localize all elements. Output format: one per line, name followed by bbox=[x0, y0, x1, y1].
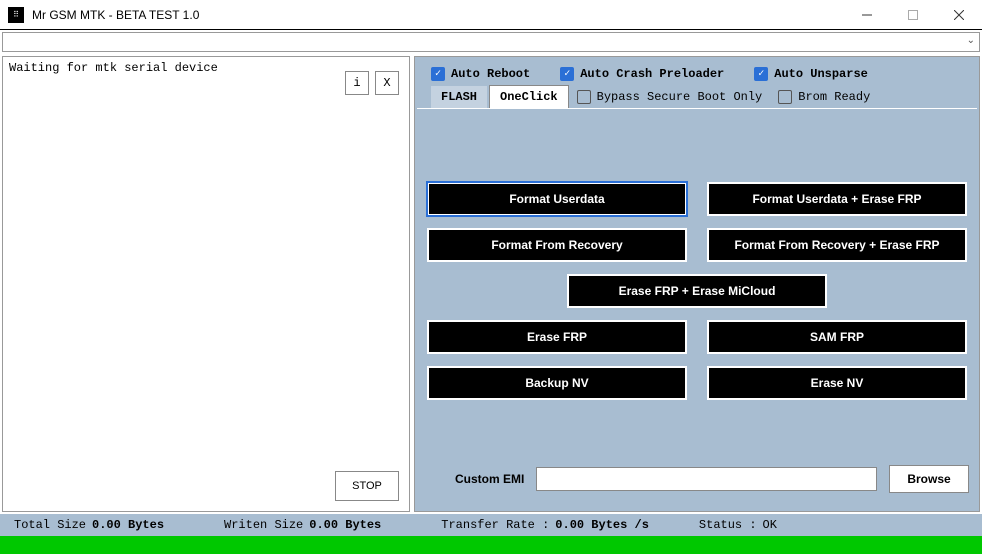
check-icon bbox=[754, 67, 768, 81]
titlebar: ⠿ Mr GSM MTK - BETA TEST 1.0 bbox=[0, 0, 982, 30]
auto-reboot-checkbox[interactable]: Auto Reboot bbox=[431, 67, 530, 81]
auto-crash-checkbox[interactable]: Auto Crash Preloader bbox=[560, 67, 724, 81]
close-button[interactable] bbox=[936, 0, 982, 30]
tab-options: Bypass Secure Boot Only Brom Ready bbox=[577, 90, 871, 104]
log-controls: i X bbox=[345, 71, 399, 95]
stop-button[interactable]: STOP bbox=[335, 471, 399, 501]
window-title: Mr GSM MTK - BETA TEST 1.0 bbox=[32, 8, 844, 22]
format-recovery-button[interactable]: Format From Recovery bbox=[427, 228, 687, 262]
options-panel: Auto Reboot Auto Crash Preloader Auto Un… bbox=[414, 56, 980, 512]
sam-frp-button[interactable]: SAM FRP bbox=[707, 320, 967, 354]
bypass-secure-checkbox[interactable]: Bypass Secure Boot Only bbox=[577, 90, 763, 104]
check-icon bbox=[778, 90, 792, 104]
backup-nv-button[interactable]: Backup NV bbox=[427, 366, 687, 400]
status-value: OK bbox=[763, 518, 777, 532]
tab-row: FLASH OneClick Bypass Secure Boot Only B… bbox=[415, 85, 979, 108]
format-recovery-frp-button[interactable]: Format From Recovery + Erase FRP bbox=[707, 228, 967, 262]
custom-emi-label: Custom EMI bbox=[455, 472, 524, 486]
browse-button[interactable]: Browse bbox=[889, 465, 969, 493]
log-panel: Waiting for mtk serial device i X STOP bbox=[2, 56, 410, 512]
custom-emi-row: Custom EMI Browse bbox=[455, 465, 969, 493]
brom-ready-label: Brom Ready bbox=[798, 90, 870, 104]
format-userdata-button[interactable]: Format Userdata bbox=[427, 182, 687, 216]
action-buttons: Format Userdata Format Userdata + Erase … bbox=[415, 122, 979, 432]
top-checkbox-row: Auto Reboot Auto Crash Preloader Auto Un… bbox=[415, 57, 979, 85]
window-controls bbox=[844, 0, 982, 29]
chevron-down-icon: ⌄ bbox=[967, 35, 975, 46]
auto-unsparse-label: Auto Unsparse bbox=[774, 67, 868, 81]
minimize-button[interactable] bbox=[844, 0, 890, 30]
brom-ready-checkbox[interactable]: Brom Ready bbox=[778, 90, 870, 104]
app-icon: ⠿ bbox=[8, 7, 24, 23]
auto-crash-label: Auto Crash Preloader bbox=[580, 67, 724, 81]
check-icon bbox=[577, 90, 591, 104]
tab-oneclick[interactable]: OneClick bbox=[489, 85, 569, 108]
auto-unsparse-checkbox[interactable]: Auto Unsparse bbox=[754, 67, 868, 81]
erase-frp-button[interactable]: Erase FRP bbox=[427, 320, 687, 354]
format-userdata-frp-button[interactable]: Format Userdata + Erase FRP bbox=[707, 182, 967, 216]
check-icon bbox=[560, 67, 574, 81]
written-size-label: Writen Size bbox=[224, 518, 303, 532]
progress-bar bbox=[0, 536, 982, 554]
auto-reboot-label: Auto Reboot bbox=[451, 67, 530, 81]
transfer-rate-value: 0.00 Bytes /s bbox=[555, 518, 649, 532]
custom-emi-input[interactable] bbox=[536, 467, 877, 491]
status-bar: Total Size 0.00 Bytes Writen Size 0.00 B… bbox=[0, 514, 982, 536]
info-button[interactable]: i bbox=[345, 71, 369, 95]
check-icon bbox=[431, 67, 445, 81]
transfer-rate-label: Transfer Rate : bbox=[441, 518, 549, 532]
maximize-button[interactable] bbox=[890, 0, 936, 30]
tab-content-border bbox=[417, 108, 977, 122]
clear-button[interactable]: X bbox=[375, 71, 399, 95]
total-size-label: Total Size bbox=[14, 518, 86, 532]
bypass-secure-label: Bypass Secure Boot Only bbox=[597, 90, 763, 104]
device-dropdown[interactable]: ⌄ bbox=[2, 32, 980, 52]
erase-frp-micloud-button[interactable]: Erase FRP + Erase MiCloud bbox=[567, 274, 827, 308]
status-label: Status : bbox=[699, 518, 757, 532]
erase-nv-button[interactable]: Erase NV bbox=[707, 366, 967, 400]
written-size-value: 0.00 Bytes bbox=[309, 518, 381, 532]
total-size-value: 0.00 Bytes bbox=[92, 518, 164, 532]
main-area: Waiting for mtk serial device i X STOP A… bbox=[0, 54, 982, 514]
tab-flash[interactable]: FLASH bbox=[431, 86, 487, 108]
